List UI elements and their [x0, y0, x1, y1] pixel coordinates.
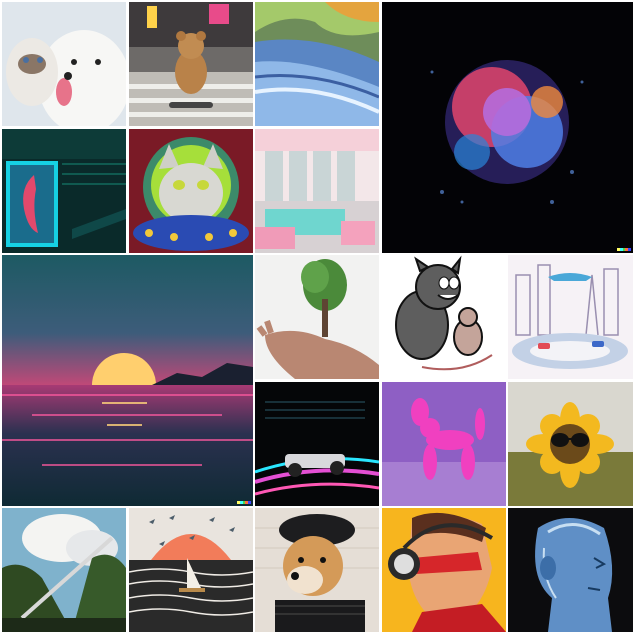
sailboat-image[interactable] [129, 508, 253, 632]
sunset-image[interactable] [2, 255, 253, 506]
neon-image[interactable] [2, 129, 126, 253]
comic-image[interactable] [382, 508, 506, 632]
cat-painting-image[interactable] [129, 129, 253, 253]
balloon-dog-image[interactable] [382, 382, 506, 506]
race-car-image[interactable] [255, 382, 379, 506]
landscape-image[interactable] [2, 508, 126, 632]
tree-image[interactable] [255, 255, 379, 379]
cartoon-image[interactable] [382, 255, 506, 379]
teddy-bear-image[interactable] [129, 2, 253, 126]
cyborg-image[interactable] [508, 508, 633, 632]
explosion-image[interactable] [382, 2, 633, 253]
city-image[interactable] [508, 255, 633, 379]
dog-portrait-image[interactable] [255, 508, 379, 632]
image-gallery [0, 0, 635, 634]
watermark [617, 248, 631, 251]
cat-dog-image[interactable] [2, 2, 126, 126]
watermark [237, 501, 251, 504]
sunflower-image[interactable] [508, 382, 633, 506]
painting-image[interactable] [255, 2, 379, 126]
interior-image[interactable] [255, 129, 379, 253]
